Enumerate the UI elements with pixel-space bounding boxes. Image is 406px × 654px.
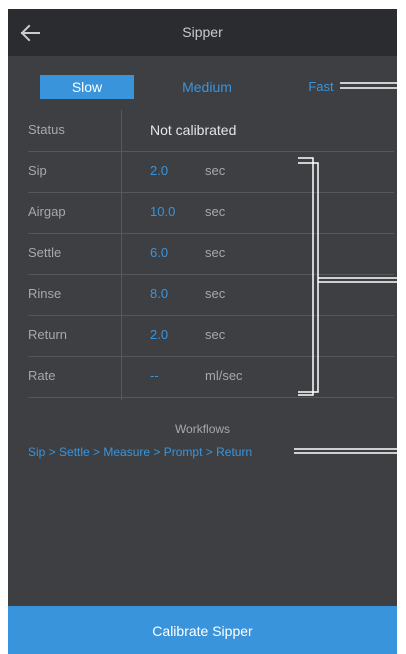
status-row: Status Not calibrated xyxy=(28,110,394,152)
status-value: Not calibrated xyxy=(150,122,237,138)
sipper-screen: Sipper Slow Medium Fast Status Not calib… xyxy=(8,9,397,654)
row-unit: sec xyxy=(205,204,226,219)
row-unit: ml/sec xyxy=(205,368,243,383)
rinse-value[interactable]: 8.0 xyxy=(150,286,168,301)
row-label: Status xyxy=(28,122,65,137)
row-unit: sec xyxy=(205,286,226,301)
row-unit: sec xyxy=(205,327,226,342)
airgap-row[interactable]: Airgap 10.0 sec xyxy=(28,192,394,234)
rate-row: Rate -- ml/sec xyxy=(28,356,394,398)
row-unit: sec xyxy=(205,245,226,260)
row-label: Airgap xyxy=(28,204,66,219)
rate-value: -- xyxy=(150,368,159,383)
speed-slow-button[interactable]: Slow xyxy=(40,75,134,99)
speed-medium-button[interactable]: Medium xyxy=(168,75,246,99)
page-title: Sipper xyxy=(182,24,223,40)
return-value[interactable]: 2.0 xyxy=(150,327,168,342)
row-label: Rinse xyxy=(28,286,62,301)
workflows-heading: Workflows xyxy=(174,422,231,436)
row-label: Sip xyxy=(28,163,47,178)
sip-value[interactable]: 2.0 xyxy=(150,163,168,178)
row-label: Return xyxy=(28,327,68,342)
airgap-value[interactable]: 10.0 xyxy=(150,204,175,219)
calibrate-sipper-button[interactable]: Calibrate Sipper xyxy=(8,606,397,654)
row-label: Settle xyxy=(28,245,62,260)
rinse-row[interactable]: Rinse 8.0 sec xyxy=(28,274,394,316)
settle-value[interactable]: 6.0 xyxy=(150,245,168,260)
row-label: Rate xyxy=(28,368,56,383)
return-row[interactable]: Return 2.0 sec xyxy=(28,315,394,357)
row-unit: sec xyxy=(205,163,226,178)
workflow-link[interactable]: Sip > Settle > Measure > Prompt > Return xyxy=(28,445,252,459)
sip-row[interactable]: Sip 2.0 sec xyxy=(28,151,394,193)
settle-row[interactable]: Settle 6.0 sec xyxy=(28,233,394,275)
top-bar: Sipper xyxy=(8,9,397,56)
speed-fast-button[interactable]: Fast xyxy=(296,75,346,99)
